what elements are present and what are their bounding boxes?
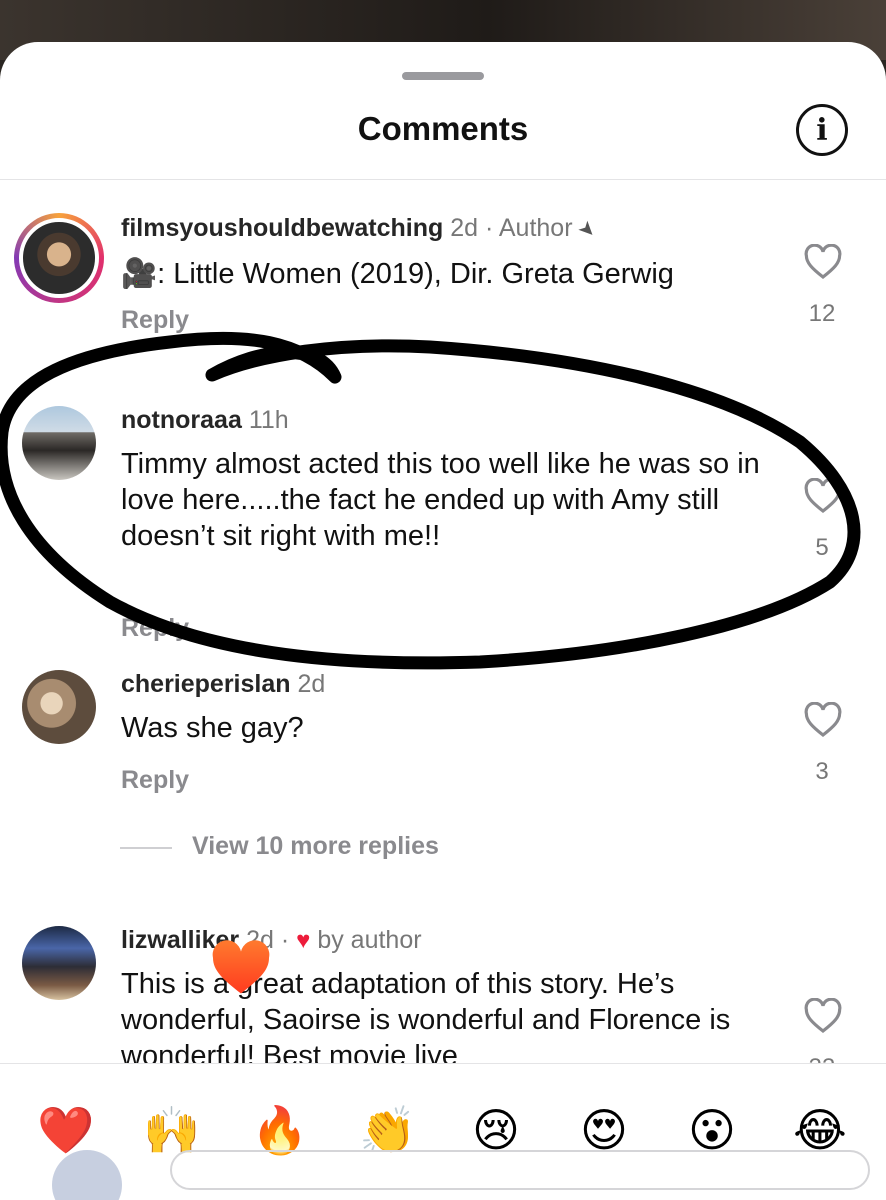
sheet-grabber-handle[interactable] xyxy=(402,72,484,80)
comment-input[interactable] xyxy=(170,1150,870,1190)
heart-outline-icon[interactable] xyxy=(804,702,842,738)
sheet-title: Comments xyxy=(357,110,529,147)
meta-separator: · xyxy=(280,926,290,954)
comment-meta: cherieperislan 2d xyxy=(121,670,325,699)
meta-separator: · xyxy=(484,214,494,242)
liked-by-author: by author xyxy=(317,926,422,954)
heart-outline-icon[interactable] xyxy=(804,478,842,514)
comment-time: 2d xyxy=(297,670,326,698)
avatar[interactable] xyxy=(22,670,96,744)
comment-time: 2d xyxy=(450,214,479,242)
like-count: 3 xyxy=(815,758,829,785)
author-badge: Author xyxy=(498,214,573,242)
liked-heart-icon: ♥ xyxy=(296,927,311,954)
like-count: 5 xyxy=(815,534,829,561)
comment-meta: notnoraaa 11h xyxy=(121,406,289,435)
divider-line xyxy=(120,847,172,849)
comment-username[interactable]: cherieperislan xyxy=(121,670,291,698)
reply-button[interactable]: Reply xyxy=(121,766,189,795)
comment-meta: filmsyoushouldbewatching 2d · Author➤ xyxy=(121,214,600,244)
avatar[interactable] xyxy=(14,213,104,303)
comment-time: 11h xyxy=(248,406,289,434)
comment-text: Was she gay? xyxy=(121,712,304,744)
avatar[interactable] xyxy=(22,406,96,480)
info-icon[interactable]: i xyxy=(796,104,848,156)
floating-heart-icon xyxy=(212,940,270,994)
avatar[interactable] xyxy=(22,926,96,1000)
comment-username[interactable]: filmsyoushouldbewatching xyxy=(121,214,443,242)
comment-text: Timmy almost acted this too well like he… xyxy=(121,448,760,552)
reply-button[interactable]: Reply xyxy=(121,306,189,335)
pin-icon: ➤ xyxy=(572,216,601,244)
comments-sheet: Comments i filmsyoushouldbewatching 2d ·… xyxy=(0,42,886,1200)
comment-text: 🎥: Little Women (2019), Dir. Greta Gerwi… xyxy=(121,258,674,290)
like-count: 12 xyxy=(808,300,836,327)
reply-button[interactable]: Reply xyxy=(121,614,189,643)
view-more-replies-label[interactable]: View 10 more replies xyxy=(192,832,439,861)
heart-outline-icon[interactable] xyxy=(804,244,842,280)
info-glyph: i xyxy=(816,112,828,148)
heart-outline-icon[interactable] xyxy=(804,998,842,1034)
header-divider xyxy=(0,179,886,180)
comment-username[interactable]: notnoraaa xyxy=(121,406,242,434)
